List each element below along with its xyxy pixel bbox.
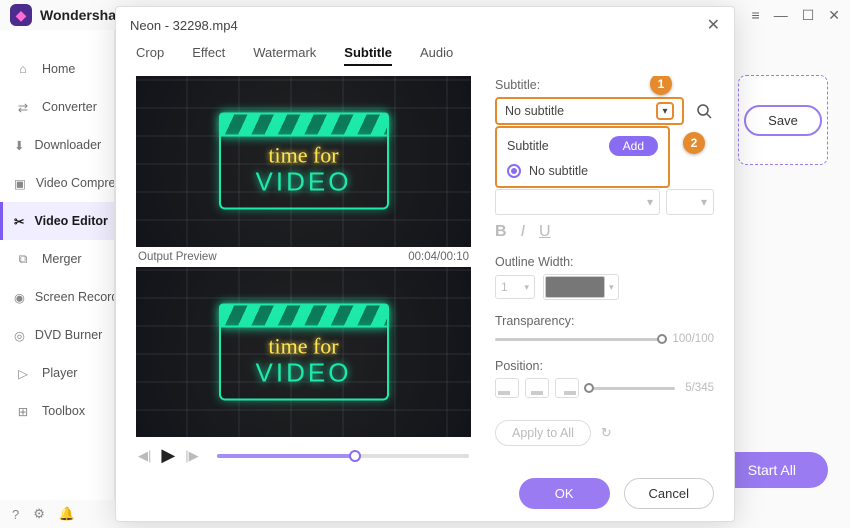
notification-icon[interactable]: 🔔 xyxy=(59,506,75,522)
sidebar-item-label: Player xyxy=(42,366,77,380)
modal-title: Neon - 32298.mp4 xyxy=(130,18,238,33)
add-subtitle-button[interactable]: Add xyxy=(609,136,658,156)
prev-frame-icon[interactable]: ◀| xyxy=(138,448,151,464)
outline-width-label: Outline Width: xyxy=(495,255,714,269)
radio-selected-icon xyxy=(507,164,521,178)
subtitle-options: 1 2 Subtitle: No subtitle ▾ Subtitle xyxy=(495,76,714,466)
minimize-icon[interactable]: — xyxy=(774,7,788,24)
source-preview: time forVIDEO xyxy=(136,76,471,247)
menu-icon[interactable]: ≡ xyxy=(752,7,760,24)
cancel-button[interactable]: Cancel xyxy=(624,478,714,509)
next-frame-icon[interactable]: |▶ xyxy=(185,448,198,464)
underline-icon[interactable]: U xyxy=(539,223,551,241)
position-slider[interactable] xyxy=(589,387,675,390)
record-icon: ◉ xyxy=(14,288,25,306)
sidebar-item-toolbox[interactable]: ⊞ Toolbox xyxy=(0,392,114,430)
chevron-down-icon[interactable]: ▾ xyxy=(656,102,674,120)
settings-icon[interactable]: ⚙ xyxy=(33,506,45,522)
editor-icon: ✂ xyxy=(14,212,24,230)
subtitle-dropdown: Subtitle Add No subtitle xyxy=(495,126,670,188)
dvd-icon: ◎ xyxy=(14,326,25,344)
toolbox-icon: ⊞ xyxy=(14,402,32,420)
sidebar-item-merger[interactable]: ⧉ Merger xyxy=(0,240,114,278)
font-family-select[interactable]: ▾ xyxy=(495,189,660,215)
home-icon: ⌂ xyxy=(14,60,32,78)
sidebar-item-label: Home xyxy=(42,62,75,76)
play-icon[interactable]: ▶ xyxy=(161,445,175,466)
transparency-label: Transparency: xyxy=(495,314,714,328)
position-left-icon[interactable] xyxy=(495,378,519,398)
merger-icon: ⧉ xyxy=(14,250,32,268)
sidebar-item-home[interactable]: ⌂ Home xyxy=(0,50,114,88)
sidebar-item-label: Merger xyxy=(42,252,82,266)
sidebar-item-label: Downloader xyxy=(34,138,101,152)
sidebar-item-screen-recorder[interactable]: ◉ Screen Recorde xyxy=(0,278,114,316)
search-subtitle-icon[interactable] xyxy=(694,101,714,121)
tab-effect[interactable]: Effect xyxy=(192,45,225,66)
subtitle-label: Subtitle: xyxy=(495,78,714,92)
position-center-icon[interactable] xyxy=(525,378,549,398)
maximize-icon[interactable]: ☐ xyxy=(802,7,815,24)
outline-color-select[interactable]: ▾ xyxy=(543,274,619,300)
neon-text-1: time for xyxy=(231,145,377,167)
output-preview: time forVIDEO xyxy=(136,267,471,438)
close-modal-icon[interactable]: ✕ xyxy=(707,15,720,35)
app-logo: ◆ xyxy=(10,4,32,26)
italic-icon[interactable]: I xyxy=(521,223,525,241)
subtitle-option-label: No subtitle xyxy=(529,164,588,178)
sidebar-item-label: Toolbox xyxy=(42,404,85,418)
compress-icon: ▣ xyxy=(14,174,26,192)
sidebar-item-downloader[interactable]: ⬇ Downloader xyxy=(0,126,114,164)
subtitle-select[interactable]: No subtitle ▾ xyxy=(495,97,684,125)
position-right-icon[interactable] xyxy=(555,378,579,398)
transparency-value: 100/100 xyxy=(672,333,714,345)
editor-modal: Neon - 32298.mp4 ✕ Crop Effect Watermark… xyxy=(115,6,735,522)
outline-width-select[interactable]: 1▾ xyxy=(495,275,535,299)
preview-column: time forVIDEO Output Preview 00:04/00:10… xyxy=(136,76,471,466)
transparency-slider[interactable] xyxy=(495,338,662,341)
font-size-select[interactable]: ▾ xyxy=(666,189,714,215)
neon-text-2: VIDEO xyxy=(231,167,377,198)
player-icon: ▷ xyxy=(14,364,32,382)
save-button[interactable]: Save xyxy=(744,105,822,136)
refresh-icon[interactable]: ↻ xyxy=(601,425,612,441)
sidebar-item-converter[interactable]: ⇄ Converter xyxy=(0,88,114,126)
sidebar-item-video-editor[interactable]: ✂ Video Editor xyxy=(0,202,114,240)
time-display: 00:04/00:10 xyxy=(408,251,469,263)
sidebar-item-label: Screen Recorde xyxy=(35,290,114,304)
converter-icon: ⇄ xyxy=(14,98,32,116)
save-drop-zone[interactable]: Save xyxy=(738,75,828,165)
ok-button[interactable]: OK xyxy=(519,478,610,509)
apply-to-all-button[interactable]: Apply to All xyxy=(495,420,591,446)
sidebar-item-player[interactable]: ▷ Player xyxy=(0,354,114,392)
tab-crop[interactable]: Crop xyxy=(136,45,164,66)
editor-tabs: Crop Effect Watermark Subtitle Audio xyxy=(116,39,734,76)
color-swatch xyxy=(545,276,605,298)
subtitle-select-value: No subtitle xyxy=(505,104,564,118)
help-icon[interactable]: ? xyxy=(12,507,19,522)
position-label: Position: xyxy=(495,359,714,373)
tab-subtitle[interactable]: Subtitle xyxy=(344,45,392,66)
sidebar-item-label: Converter xyxy=(42,100,97,114)
sidebar-item-label: Video Editor xyxy=(34,214,107,228)
tab-watermark[interactable]: Watermark xyxy=(253,45,316,66)
seek-slider[interactable] xyxy=(217,454,469,458)
sidebar-item-dvd-burner[interactable]: ◎ DVD Burner xyxy=(0,316,114,354)
callout-2: 2 xyxy=(683,132,705,154)
download-icon: ⬇ xyxy=(14,136,24,154)
sidebar-item-label: Video Compress xyxy=(36,176,114,190)
subtitle-option-none[interactable]: No subtitle xyxy=(507,164,658,178)
position-value: 5/345 xyxy=(685,382,714,394)
dropdown-heading: Subtitle xyxy=(507,139,549,153)
bold-icon[interactable]: B xyxy=(495,223,507,241)
sidebar-item-label: DVD Burner xyxy=(35,328,102,342)
tab-audio[interactable]: Audio xyxy=(420,45,453,66)
output-preview-label: Output Preview xyxy=(138,251,217,263)
sidebar-item-video-compress[interactable]: ▣ Video Compress xyxy=(0,164,114,202)
sidebar: ⌂ Home ⇄ Converter ⬇ Downloader ▣ Video Comp… xyxy=(0,30,115,500)
close-window-icon[interactable]: ✕ xyxy=(828,7,840,24)
